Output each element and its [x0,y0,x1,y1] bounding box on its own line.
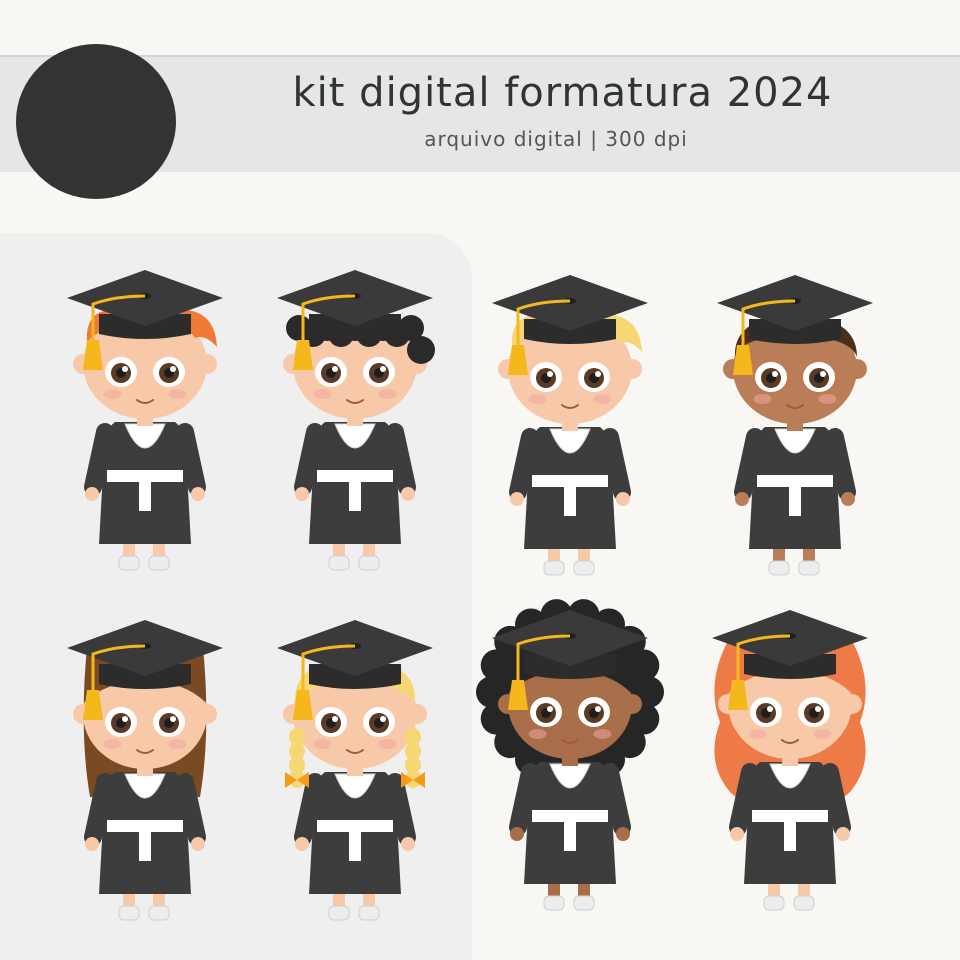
graduate-boy-curly [277,270,435,571]
graduate-girl-brown-hair [67,620,223,921]
graduate-boy-dark-skin [717,275,873,576]
graduate-girl-blonde-braids [277,620,433,921]
graduate-girl-red-hair [712,610,868,911]
graduate-boy-ginger [67,270,223,571]
graduate-boy-blond [492,275,648,576]
graduates-illustration [67,270,873,921]
graduate-girl-curly-afro [476,599,664,911]
